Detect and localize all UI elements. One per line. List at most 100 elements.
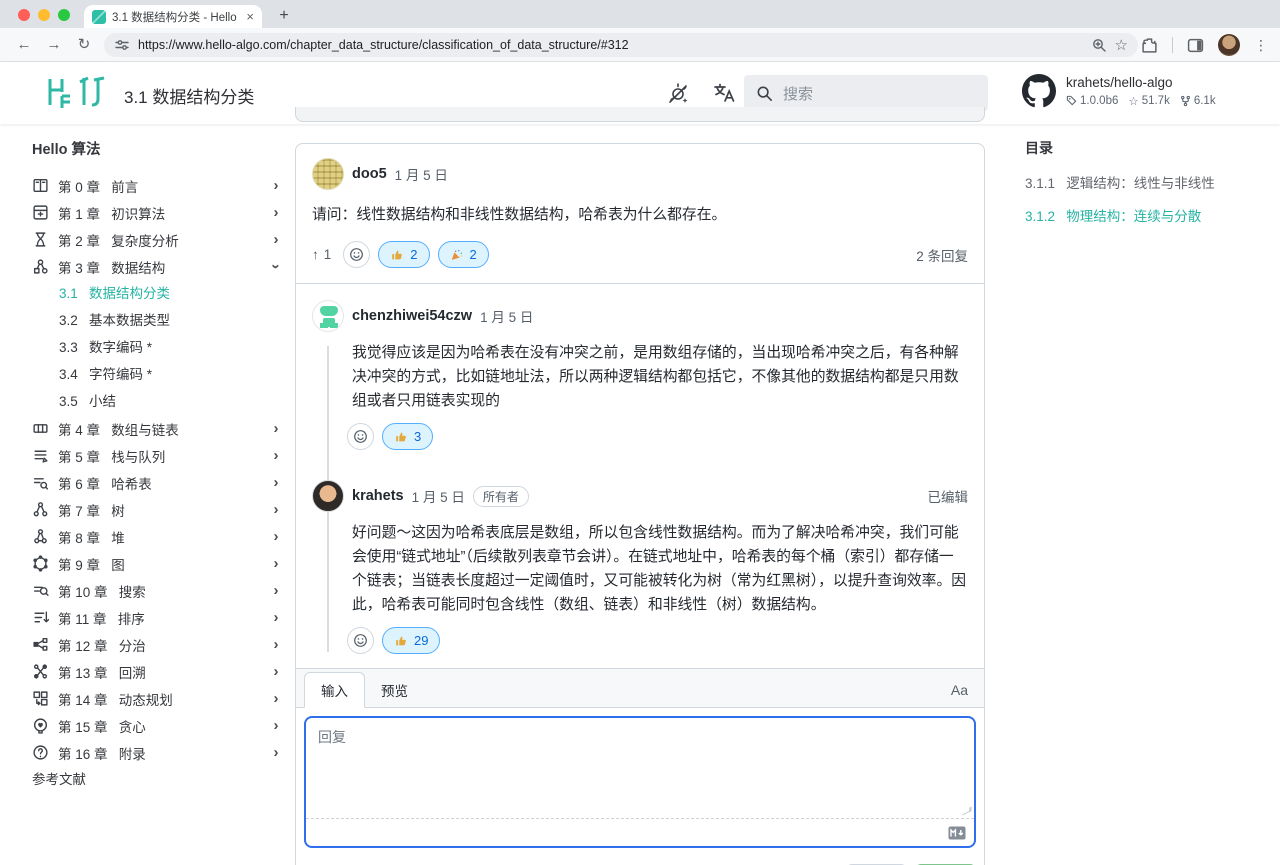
back-button[interactable]: ← [12,33,36,57]
sidebar-item-chapter-13[interactable]: 第 13 章 回溯 › [32,658,282,685]
sidebar-item-chapter-11[interactable]: 第 11 章 排序 › [32,604,282,631]
language-icon[interactable] [712,81,736,105]
tab-preview[interactable]: 预览 [365,673,424,707]
comment-date[interactable]: 1 月 5 日 [395,164,448,184]
reaction-thumbs-up[interactable]: 29 [382,627,440,654]
chevron-right-icon: › [270,501,282,518]
site-settings-icon[interactable] [114,37,130,53]
reply-textarea-wrap [304,716,976,848]
repo-forks-stat: 6.1k [1180,95,1216,107]
repo-link[interactable]: krahets/hello-algo 1.0.0b6 ☆ 51.7k 6.1k [1022,74,1216,108]
data-structure-icon [32,258,49,275]
sidebar-item-chapter-2[interactable]: 第 2 章 复杂度分析 › [32,226,282,253]
sidebar-item-label: 第 5 章 栈与队列 [58,446,261,466]
sidebar-item-chapter-6[interactable]: 第 6 章 哈希表 › [32,469,282,496]
minimize-window-button[interactable] [38,9,50,21]
chevron-right-icon: › [270,690,282,707]
browser-menu-icon[interactable]: ⋮ [1254,37,1268,54]
chevron-right-icon: › [270,636,282,653]
sidebar-item-label: 第 14 章 动态规划 [58,689,261,709]
forward-button[interactable]: → [42,33,66,57]
address-bar[interactable]: https://www.hello-algo.com/chapter_data_… [104,33,1138,57]
sidebar-item-label: 第 10 章 搜索 [58,581,261,601]
tab-write[interactable]: 输入 [304,672,365,708]
fullscreen-window-button[interactable] [58,9,70,21]
comments-section: doo5 1 月 5 日 请问：线性数据结构和非线性数据结构，哈希表为什么都存在… [295,107,985,865]
sidebar-item-3-4[interactable]: 3.4 字符编码 * [32,361,282,388]
avatar[interactable] [312,158,344,190]
sidebar-item-chapter-16[interactable]: 第 16 章 附录 › [32,739,282,766]
sidebar-item-chapter-9[interactable]: 第 9 章 图 › [32,550,282,577]
sidebar-item-label: 第 13 章 回溯 [58,662,261,682]
reply-author[interactable]: chenzhiwei54czw [352,308,472,324]
add-reaction-button[interactable] [343,241,370,268]
sidebar-item-label: 第 2 章 复杂度分析 [58,230,261,250]
sidebar-item-chapter-8[interactable]: 第 8 章 堆 › [32,523,282,550]
question-circle-icon [32,744,49,761]
heap-icon [32,528,49,545]
sidebar-item-3-3[interactable]: 3.3 数字编码 * [32,334,282,361]
toc-item-311[interactable]: 3.1.1 逻辑结构：线性与非线性 [1025,172,1260,192]
thumbs-up-icon [394,634,408,648]
sidebar-item-3-2[interactable]: 3.2 基本数据类型 [32,307,282,334]
avatar[interactable] [312,300,344,332]
graph-icon [32,555,49,572]
sidebar-item-chapter-12[interactable]: 第 12 章 分治 › [32,631,282,658]
comment-thread-card: doo5 1 月 5 日 请问：线性数据结构和非线性数据结构，哈希表为什么都存在… [295,143,985,865]
reaction-tada[interactable]: 2 [438,241,489,268]
editor-footer: 取消 回复 [296,856,984,865]
sidebar-item-chapter-0[interactable]: 第 0 章 前言 › [32,172,282,199]
profile-avatar[interactable] [1218,34,1240,56]
smiley-icon [349,247,364,262]
sidebar-item-label: 第 11 章 排序 [58,608,261,628]
toc-title: 目录 [1025,138,1260,158]
text-format-button[interactable]: Aa [951,682,968,707]
toc-item-312[interactable]: 3.1.2 物理结构：连续与分散 [1025,205,1260,225]
tab-title: 3.1 数据结构分类 - Hello 算法 [112,9,240,25]
browser-tab[interactable]: 3.1 数据结构分类 - Hello 算法 × [84,5,262,28]
theme-toggle-icon[interactable] [666,81,690,105]
reply-date[interactable]: 1 月 5 日 [412,486,465,506]
page-title: 3.1 数据结构分类 [124,83,254,108]
reaction-thumbs-up[interactable]: 3 [382,423,433,450]
dynamic-programming-icon [32,690,49,707]
sidebar-item-chapter-3[interactable]: 第 3 章 数据结构 › [32,253,282,280]
markdown-icon[interactable] [948,826,966,840]
add-reaction-button[interactable] [347,423,374,450]
side-panel-icon[interactable] [1187,37,1204,54]
reply-textarea[interactable] [306,718,974,818]
sidebar-item-3-5[interactable]: 3.5 小结 [32,388,282,415]
url-text[interactable]: https://www.hello-algo.com/chapter_data_… [138,38,1083,52]
new-tab-button[interactable]: + [272,4,296,28]
bookmark-star-icon[interactable]: ☆ [1115,36,1128,54]
sidebar-site-title: Hello 算法 [32,138,282,159]
sidebar-item-chapter-7[interactable]: 第 7 章 树 › [32,496,282,523]
sidebar-item-references[interactable]: 参考文献 [32,766,282,793]
sidebar-nav: Hello 算法 第 0 章 前言 › 第 1 章 初识算法 › 第 2 章 复… [32,138,282,793]
upvote-button[interactable]: ↑ 1 [312,247,331,262]
site-logo[interactable] [46,76,108,108]
close-window-button[interactable] [18,9,30,21]
reaction-thumbs-up[interactable]: 2 [378,241,429,268]
close-tab-icon[interactable]: × [246,10,254,23]
zoom-icon[interactable] [1091,37,1107,53]
avatar[interactable] [312,480,344,512]
sidebar-item-chapter-15[interactable]: 第 15 章 贪心 › [32,712,282,739]
fork-icon [1180,95,1191,107]
sidebar-item-chapter-4[interactable]: 第 4 章 数组与链表 › [32,415,282,442]
sidebar-item-label: 第 15 章 贪心 [58,716,261,736]
sidebar-item-chapter-1[interactable]: 第 1 章 初识算法 › [32,199,282,226]
extensions-icon[interactable] [1141,37,1158,54]
sidebar-item-3-1[interactable]: 3.1 数据结构分类 [32,280,282,307]
reply-date[interactable]: 1 月 5 日 [480,306,533,326]
sidebar-item-chapter-5[interactable]: 第 5 章 栈与队列 › [32,442,282,469]
reply-header: chenzhiwei54czw 1 月 5 日 [312,300,968,332]
sidebar-item-chapter-10[interactable]: 第 10 章 搜索 › [32,577,282,604]
sidebar-item-chapter-14[interactable]: 第 14 章 动态规划 › [32,685,282,712]
add-reaction-button[interactable] [347,627,374,654]
search-input[interactable]: 搜索 [744,75,988,111]
reply-author[interactable]: krahets [352,488,404,504]
chevron-right-icon: › [270,609,282,626]
comment-author[interactable]: doo5 [352,166,387,182]
reload-button[interactable]: ↻ [72,33,96,57]
